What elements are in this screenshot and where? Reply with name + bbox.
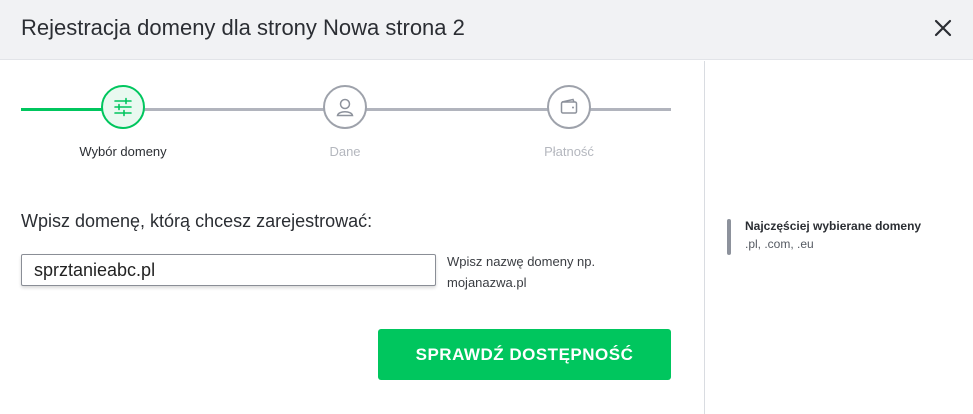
tip-accent-bar [727,219,731,255]
domain-hint: Wpisz nazwę domeny np. mojanazwa.pl [447,254,596,290]
check-availability-button[interactable]: SPRAWDŹ DOSTĘPNOŚĆ [378,329,671,380]
step-payment: Płatność [499,85,639,159]
step-circle [101,85,145,129]
main-panel: Wybór domeny Dane Płatność Wpisz domenę,… [0,61,704,414]
step-label: Płatność [544,144,594,159]
sliders-icon [114,97,132,117]
domain-input[interactable] [21,254,436,286]
step-circle [323,85,367,129]
tip-text: .pl, .com, .eu [745,237,814,251]
tip-title: Najczęściej wybierane domeny [745,219,922,233]
step-label: Dane [329,144,361,159]
wallet-icon [560,98,578,114]
step-domain-choice: Wybór domeny [53,85,193,159]
user-icon [336,98,354,117]
domain-prompt: Wpisz domenę, którą chcesz zarejestrować… [21,211,373,231]
dialog-title: Rejestracja domeny dla strony Nowa stron… [21,15,465,40]
sidebar: Najczęściej wybierane domeny .pl, .com, … [704,61,973,414]
dialog-header: Rejestracja domeny dla strony Nowa stron… [0,0,973,60]
step-data: Dane [275,85,415,159]
popular-domains-tip: Najczęściej wybierane domeny .pl, .com, … [727,219,967,255]
step-circle [547,85,591,129]
progress-steps: Wybór domeny Dane Płatność [21,85,671,165]
step-label: Wybór domeny [79,144,167,159]
close-icon[interactable] [933,18,953,38]
